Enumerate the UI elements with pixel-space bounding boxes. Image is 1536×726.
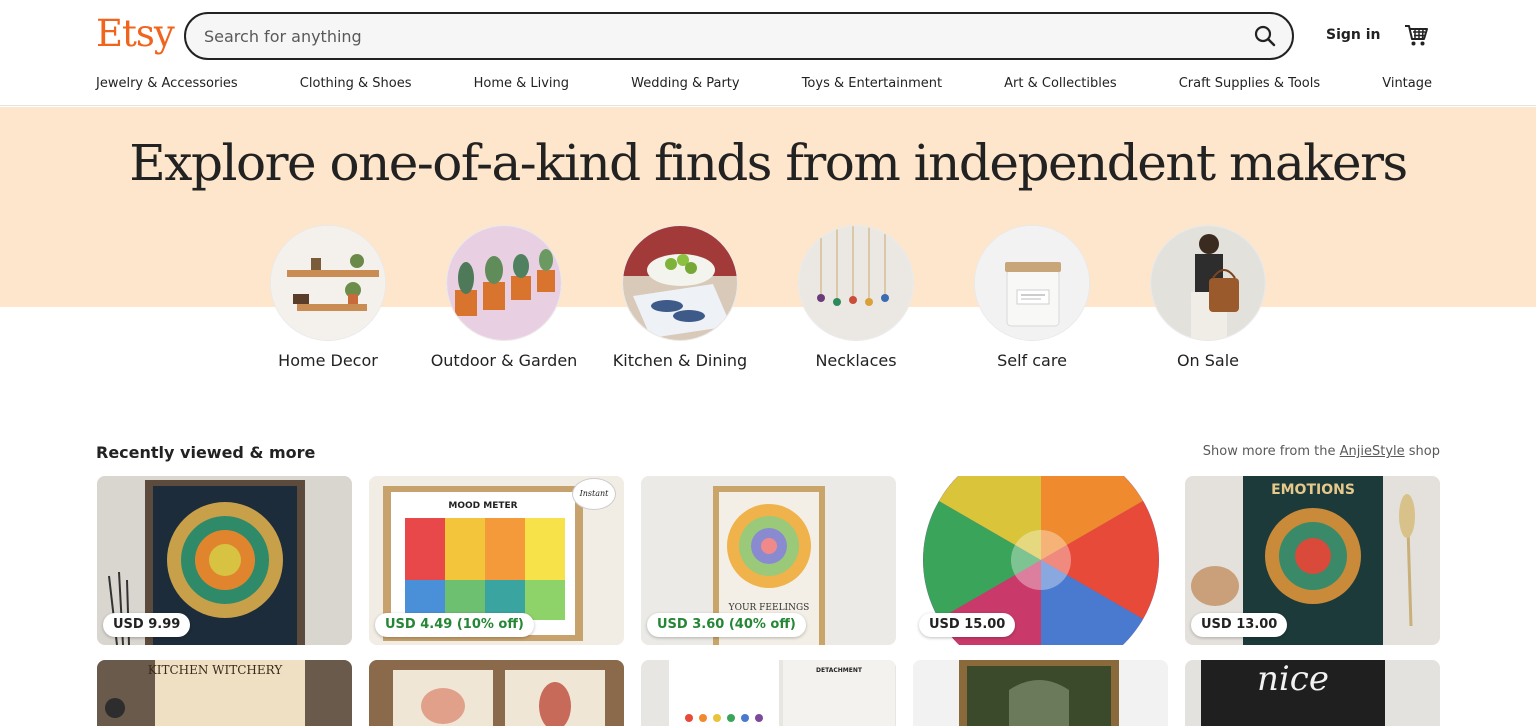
- listing-image-text: DETACHMENT: [816, 667, 863, 674]
- show-more-prefix: Show more from the: [1202, 444, 1340, 459]
- listing-image: [369, 660, 624, 726]
- category-label: Necklaces: [815, 351, 897, 370]
- category-label: On Sale: [1176, 351, 1240, 370]
- category-image: [270, 225, 386, 341]
- category-image: [798, 225, 914, 341]
- svg-text:MOOD METER: MOOD METER: [448, 501, 517, 511]
- nav-item-jewelry[interactable]: Jewelry & Accessories: [96, 76, 238, 96]
- category-kitchen-dining[interactable]: Kitchen & Dining: [605, 225, 755, 371]
- listing-card[interactable]: DETACHMENT: [641, 660, 896, 726]
- listing-image-text: KITCHEN WITCHERY: [148, 663, 284, 677]
- listing-card[interactable]: USD 15.00: [913, 476, 1168, 645]
- listing-image: KITCHEN WITCHERY: [97, 660, 352, 726]
- nav-item-craft[interactable]: Craft Supplies & Tools: [1179, 76, 1320, 96]
- listing-card[interactable]: [369, 660, 624, 726]
- listing-card[interactable]: YOUR FEELINGS USD 3.60 (40% off): [641, 476, 896, 645]
- nav-item-clothing[interactable]: Clothing & Shoes: [300, 76, 412, 96]
- listing-image: DETACHMENT: [641, 660, 896, 726]
- category-image: [446, 225, 562, 341]
- nav-item-home[interactable]: Home & Living: [474, 76, 569, 96]
- section-title: Recently viewed & more: [96, 443, 316, 462]
- show-more-text: Show more from the AnjieStyle shop: [1203, 444, 1440, 459]
- category-image: [974, 225, 1090, 341]
- nav-item-wedding[interactable]: Wedding & Party: [631, 76, 739, 96]
- cart-icon[interactable]: [1403, 22, 1429, 48]
- category-image: [622, 225, 738, 341]
- nav-item-art[interactable]: Art & Collectibles: [1004, 76, 1116, 96]
- price-badge: USD 9.99: [103, 613, 191, 637]
- listing-image: [913, 660, 1168, 726]
- category-label: Kitchen & Dining: [612, 351, 748, 370]
- listing-image-text: YOUR FEELINGS: [728, 603, 810, 613]
- price-badge: USD 13.00: [1191, 613, 1288, 637]
- nav-item-toys[interactable]: Toys & Entertainment: [802, 76, 942, 96]
- category-label: Outdoor & Garden: [430, 351, 578, 370]
- category-image: [1150, 225, 1266, 341]
- nav-item-vintage[interactable]: Vintage: [1382, 76, 1432, 96]
- listing-card[interactable]: USD 9.99: [97, 476, 352, 645]
- listing-card[interactable]: MOOD METER Instant USD 4.49 (10% off): [369, 476, 624, 645]
- listing-image: nice: [1185, 660, 1440, 726]
- search-input[interactable]: [204, 14, 1224, 58]
- category-home-decor[interactable]: Home Decor: [253, 225, 403, 371]
- listing-image-text: EMOTIONS: [1271, 482, 1355, 498]
- site-header: Etsy Sign in Jewelry & Accessories Cloth…: [0, 0, 1536, 106]
- category-nav: Jewelry & Accessories Clothing & Shoes H…: [96, 76, 1432, 96]
- hero-title: Explore one-of-a-kind finds from indepen…: [129, 134, 1408, 192]
- category-label: Home Decor: [278, 351, 378, 370]
- etsy-logo[interactable]: Etsy: [96, 12, 175, 55]
- shop-link[interactable]: AnjieStyle: [1340, 444, 1405, 459]
- category-outdoor-garden[interactable]: Outdoor & Garden: [429, 225, 579, 371]
- price-badge: USD 15.00: [919, 613, 1016, 637]
- category-on-sale[interactable]: On Sale: [1133, 225, 1283, 371]
- price-badge: USD 4.49 (10% off): [375, 613, 534, 637]
- show-more-suffix: shop: [1404, 444, 1440, 459]
- listing-card[interactable]: KITCHEN WITCHERY: [97, 660, 352, 726]
- search-icon[interactable]: [1252, 23, 1278, 49]
- listing-card[interactable]: EMOTIONS USD 13.00: [1185, 476, 1440, 645]
- listing-card[interactable]: nice: [1185, 660, 1440, 726]
- category-self-care[interactable]: Self care: [957, 225, 1107, 371]
- sign-in-link[interactable]: Sign in: [1326, 27, 1381, 43]
- instant-download-badge: Instant: [572, 478, 616, 510]
- search-bar[interactable]: [184, 12, 1294, 60]
- price-badge: USD 3.60 (40% off): [647, 613, 806, 637]
- listing-card[interactable]: [913, 660, 1168, 726]
- category-necklaces[interactable]: Necklaces: [781, 225, 931, 371]
- listing-image-text: nice: [1257, 660, 1329, 699]
- category-label: Self care: [997, 351, 1067, 370]
